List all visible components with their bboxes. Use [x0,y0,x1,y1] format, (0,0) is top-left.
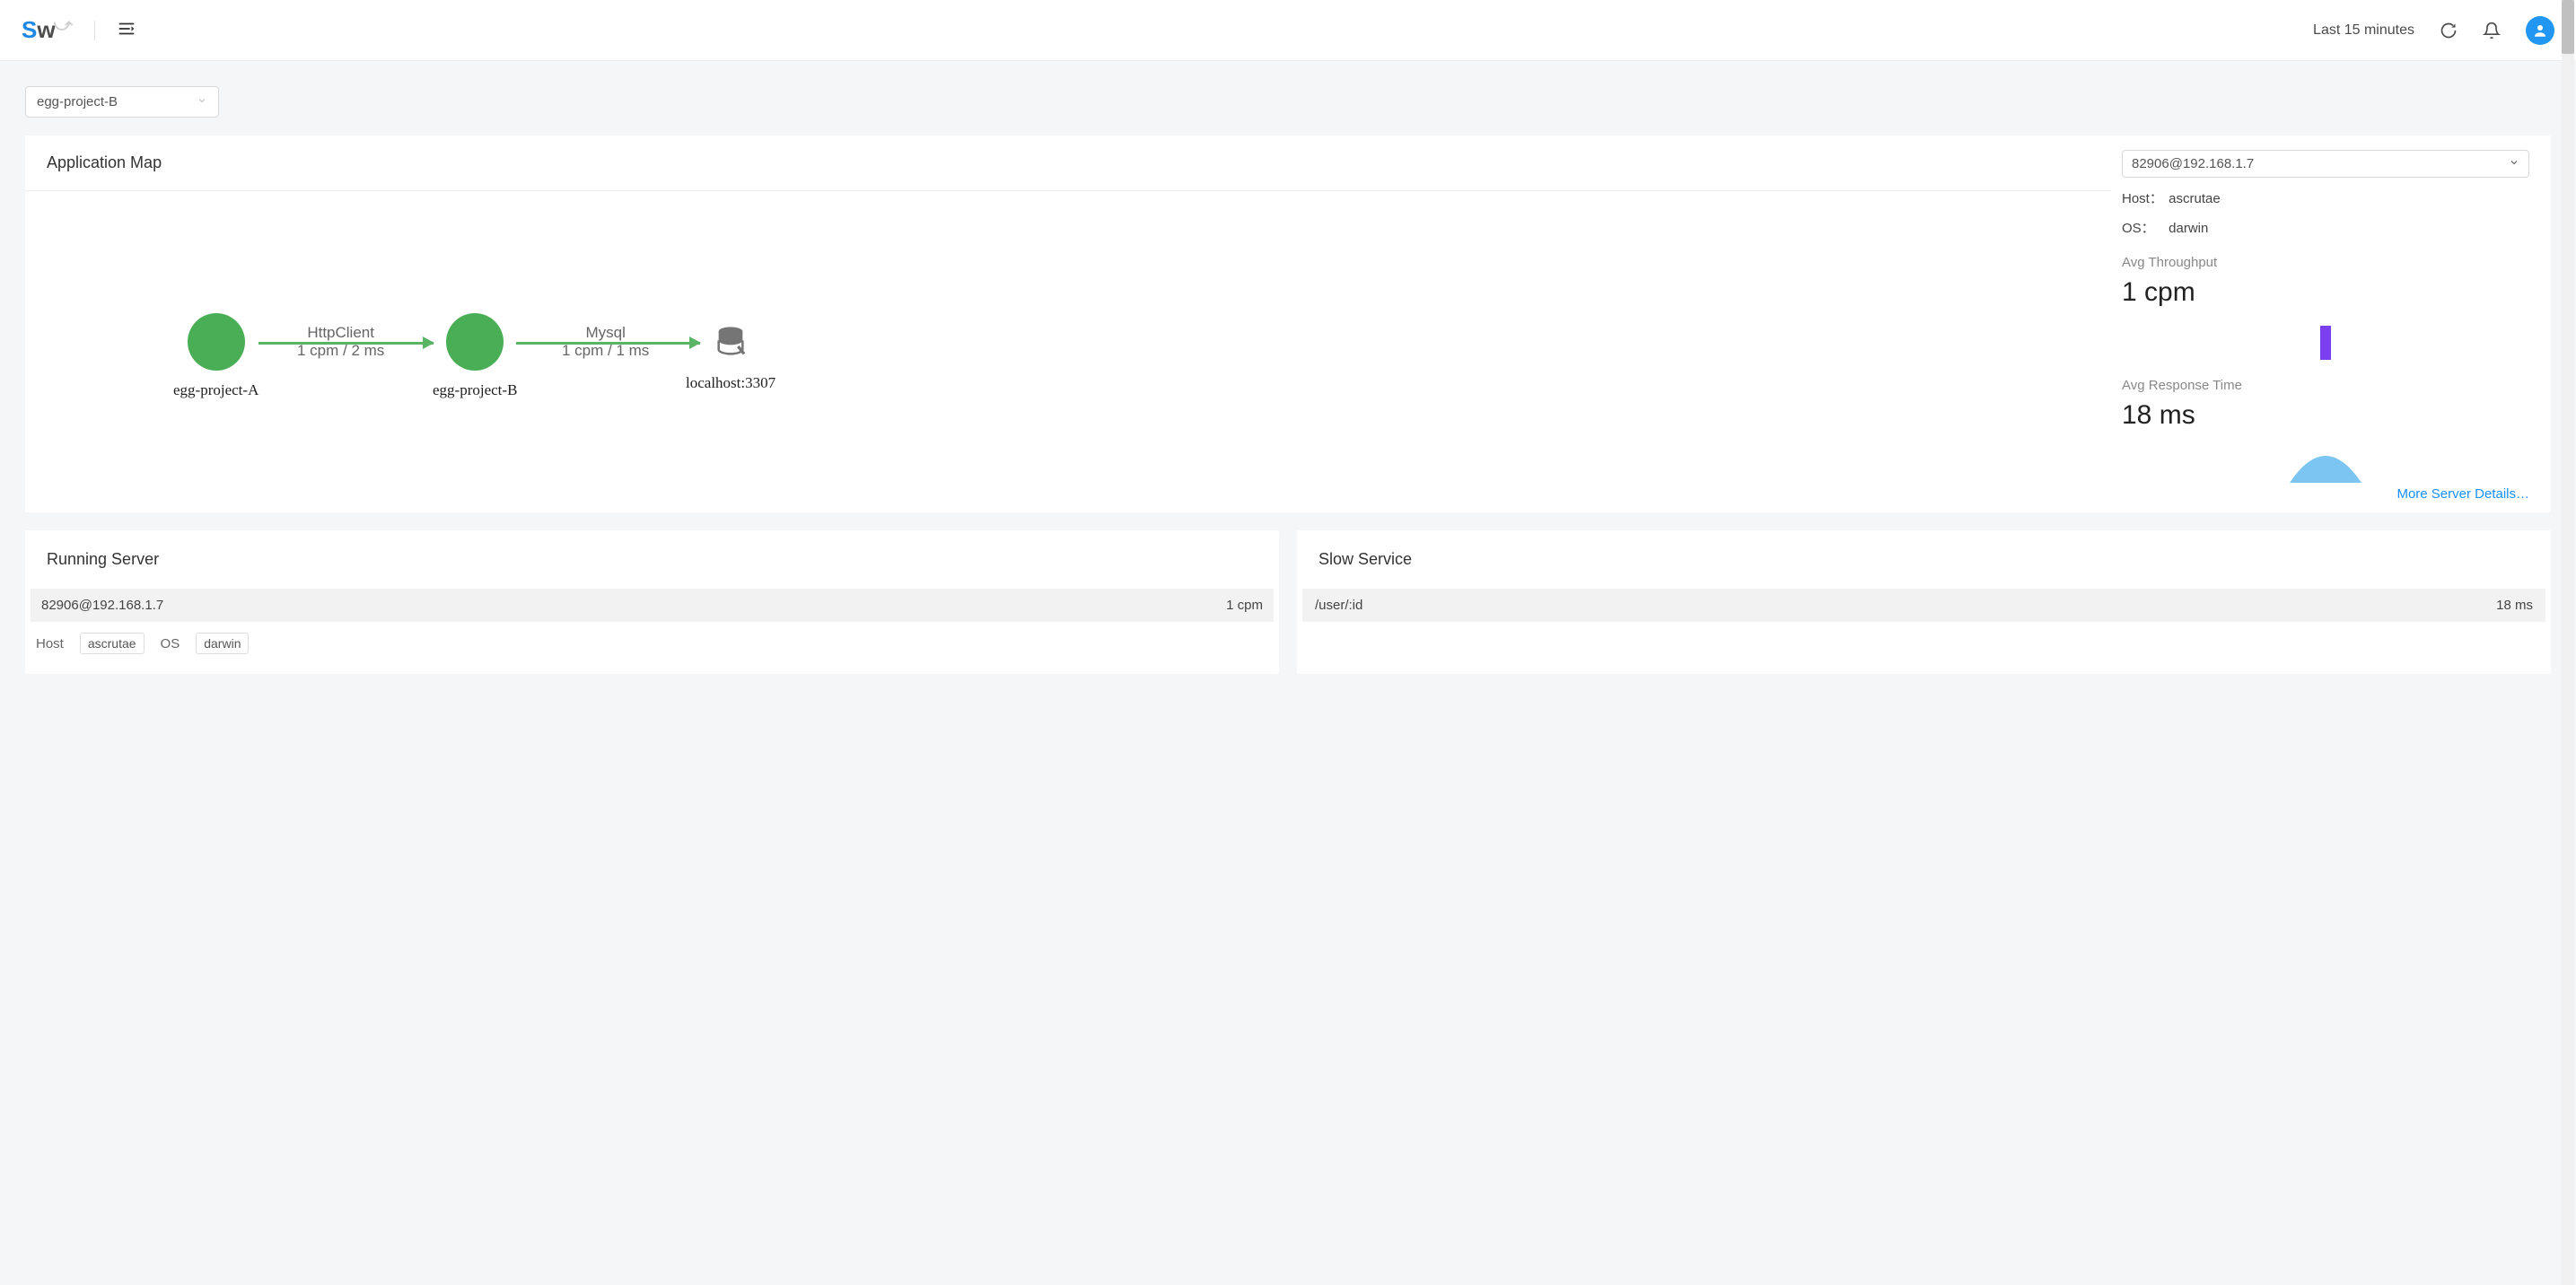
slow-path: /user/:id [1315,598,1362,613]
instance-select-value: 82906@192.168.1.7 [2132,156,2254,171]
os-tag: darwin [196,633,249,654]
more-server-details-link[interactable]: More Server Details… [2396,486,2529,502]
slow-service-title: Slow Service [1297,530,2551,589]
edge-b-db-label: Mysql 1 cpm / 1 ms [562,324,649,361]
host-line: Host： ascrutae [2122,188,2529,207]
node-a-label: egg-project-A [173,381,258,399]
scrollbar-thumb[interactable] [2562,0,2574,54]
node-db-label: localhost:3307 [686,374,775,392]
slow-service-card: Slow Service /user/:id 18 ms [1297,530,2551,674]
time-range-selector[interactable]: Last 15 minutes [2313,22,2414,39]
server-name: 82906@192.168.1.7 [41,598,163,613]
user-avatar[interactable] [2526,16,2554,45]
node-database[interactable]: localhost:3307 [686,320,775,392]
node-egg-project-b[interactable]: egg-project-B [433,313,517,399]
os-line: OS： darwin [2122,218,2529,237]
vertical-scrollbar[interactable] [2562,0,2574,1285]
menu-toggle-icon[interactable] [117,19,136,41]
top-header: Sw⤻ Last 15 minutes [0,0,2576,61]
slow-latency: 18 ms [2496,598,2533,613]
database-icon [709,320,752,363]
main-card: Application Map HttpClient 1 cpm / 2 ms … [25,135,2551,512]
running-server-title: Running Server [25,530,1279,589]
running-server-card: Running Server 82906@192.168.1.7 1 cpm H… [25,530,1279,674]
server-row[interactable]: 82906@192.168.1.7 1 cpm [31,589,1274,622]
server-metric: 1 cpm [1226,598,1263,613]
edge-a-b-label: HttpClient 1 cpm / 2 ms [297,324,384,361]
node-b-label: egg-project-B [433,381,517,399]
application-map-panel: Application Map HttpClient 1 cpm / 2 ms … [25,135,2111,512]
application-map-title: Application Map [25,135,2111,191]
logo[interactable]: Sw⤻ [22,16,73,44]
header-left: Sw⤻ [22,16,136,44]
chevron-down-icon [197,95,207,109]
bottom-row: Running Server 82906@192.168.1.7 1 cpm H… [25,530,2551,674]
slow-service-row[interactable]: /user/:id 18 ms [1302,589,2545,622]
throughput-bar-icon [2320,326,2331,360]
response-value: 18 ms [2122,400,2529,431]
application-map-canvas[interactable]: HttpClient 1 cpm / 2 ms Mysql 1 cpm / 1 … [25,191,2111,512]
refresh-icon[interactable] [2440,22,2458,39]
header-right: Last 15 minutes [2313,16,2554,45]
content-area: egg-project-B Application Map HttpClient… [0,61,2576,699]
server-meta: Host ascrutae OS darwin [25,622,1279,665]
node-circle-icon [446,313,504,371]
response-chart [2122,438,2529,483]
node-egg-project-a[interactable]: egg-project-A [173,313,258,399]
node-circle-icon [188,313,245,371]
project-select-value: egg-project-B [37,94,118,109]
response-label: Avg Response Time [2122,378,2529,393]
header-divider [94,21,95,40]
curve-icon [2290,447,2361,483]
throughput-chart [2122,315,2529,360]
throughput-label: Avg Throughput [2122,255,2529,270]
instance-select[interactable]: 82906@192.168.1.7 [2122,150,2529,178]
project-select[interactable]: egg-project-B [25,86,219,118]
bell-icon[interactable] [2483,22,2501,39]
host-label: Host [36,636,64,651]
instance-stats-panel: 82906@192.168.1.7 Host： ascrutae OS： dar… [2111,135,2551,512]
host-tag: ascrutae [80,633,145,654]
os-label: OS [161,636,180,651]
chevron-down-icon [2509,156,2519,171]
throughput-value: 1 cpm [2122,277,2529,308]
